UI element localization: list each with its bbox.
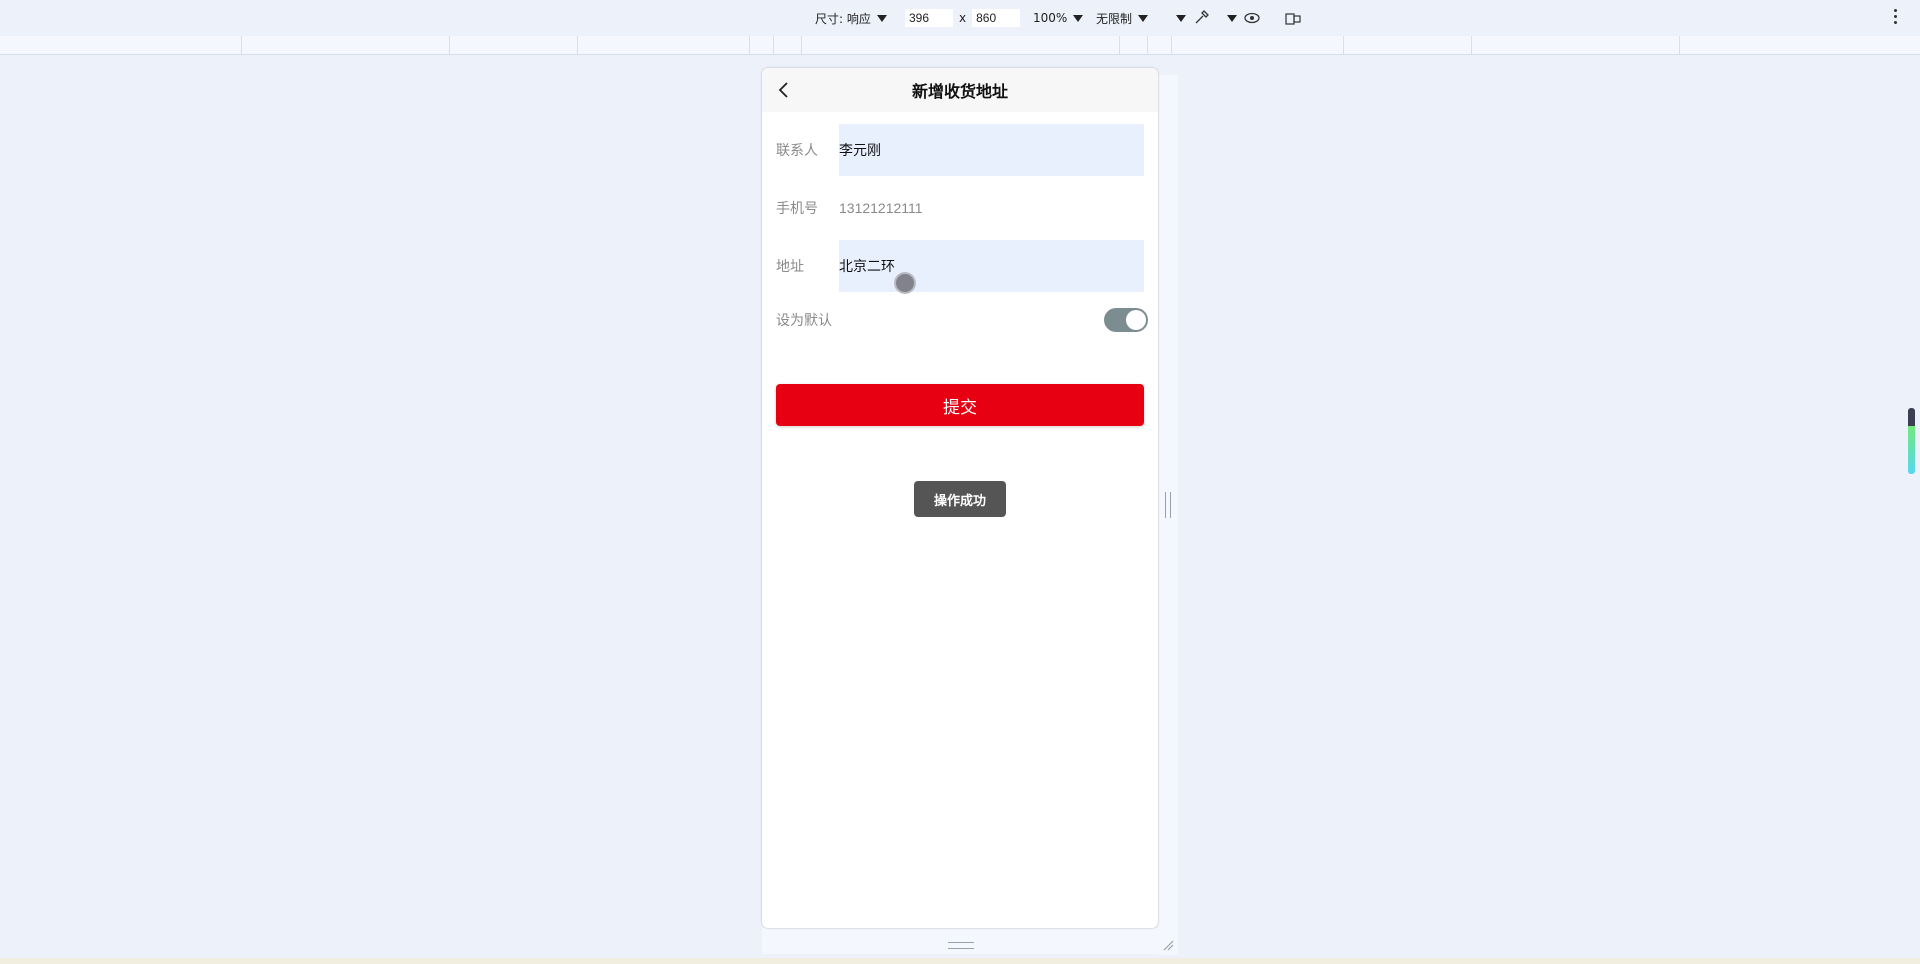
resize-strip-bottom bbox=[762, 928, 1178, 954]
side-scroll-indicator bbox=[1908, 408, 1915, 474]
width-input[interactable] bbox=[905, 9, 953, 27]
default-row: 设为默认 bbox=[776, 298, 1148, 342]
times-sign: x bbox=[959, 11, 967, 25]
throttle-select[interactable]: 无限制 bbox=[1096, 0, 1149, 36]
phone-input[interactable] bbox=[839, 182, 1144, 234]
submit-button[interactable]: 提交 bbox=[776, 384, 1144, 426]
address-label: 地址 bbox=[776, 259, 804, 275]
sensor-menu[interactable] bbox=[1170, 0, 1210, 36]
phone-label: 手机号 bbox=[776, 201, 818, 217]
media-query-ruler bbox=[0, 36, 1920, 55]
eyedropper-icon bbox=[1195, 10, 1209, 24]
success-toast: 操作成功 bbox=[914, 481, 1006, 517]
mobile-viewport: 新增收货地址 联系人 手机号 地址 设为默认 提交 操作成功 bbox=[762, 68, 1158, 928]
touch-cursor bbox=[894, 272, 916, 294]
address-form: 联系人 手机号 地址 设为默认 bbox=[762, 112, 1158, 342]
address-input[interactable] bbox=[839, 240, 1144, 292]
address-row: 地址 bbox=[776, 240, 1144, 292]
resize-handle-right[interactable] bbox=[1165, 492, 1171, 518]
chevron-down-icon bbox=[1073, 14, 1084, 22]
rotate-icon bbox=[1285, 13, 1301, 25]
chevron-down-icon bbox=[1176, 14, 1186, 22]
zoom-select[interactable]: 100% bbox=[1033, 0, 1084, 36]
nav-bar: 新增收货地址 bbox=[762, 68, 1158, 112]
phone-row: 手机号 bbox=[776, 182, 1144, 234]
devtools-device-toolbar: 尺寸: 响应 x 100% 无限制 bbox=[0, 0, 1920, 36]
chevron-down-icon bbox=[1138, 14, 1149, 22]
back-arrow-icon[interactable] bbox=[774, 80, 794, 100]
vision-menu[interactable] bbox=[1221, 0, 1261, 36]
default-switch[interactable] bbox=[1104, 308, 1148, 332]
page-title: 新增收货地址 bbox=[911, 82, 1008, 101]
contact-label: 联系人 bbox=[776, 143, 818, 159]
eye-icon bbox=[1244, 12, 1260, 24]
throttle-label: 无限制 bbox=[1096, 11, 1133, 26]
resize-handle-bottom[interactable] bbox=[948, 942, 974, 949]
device-select[interactable]: 尺寸: 响应 bbox=[815, 0, 887, 36]
device-label: 尺寸: 响应 bbox=[815, 11, 871, 26]
zoom-label: 100% bbox=[1033, 11, 1068, 25]
bottom-status-strip bbox=[0, 958, 1920, 964]
contact-row: 联系人 bbox=[776, 124, 1144, 176]
chevron-down-icon bbox=[876, 14, 887, 22]
switch-knob bbox=[1126, 310, 1146, 330]
contact-input[interactable] bbox=[839, 124, 1144, 176]
default-label: 设为默认 bbox=[776, 313, 832, 329]
more-options-icon[interactable] bbox=[1894, 9, 1898, 24]
height-input[interactable] bbox=[972, 9, 1021, 27]
rotate-button[interactable] bbox=[1284, 0, 1302, 36]
resize-corner-icon[interactable] bbox=[1162, 939, 1174, 951]
chevron-down-icon bbox=[1227, 14, 1237, 22]
